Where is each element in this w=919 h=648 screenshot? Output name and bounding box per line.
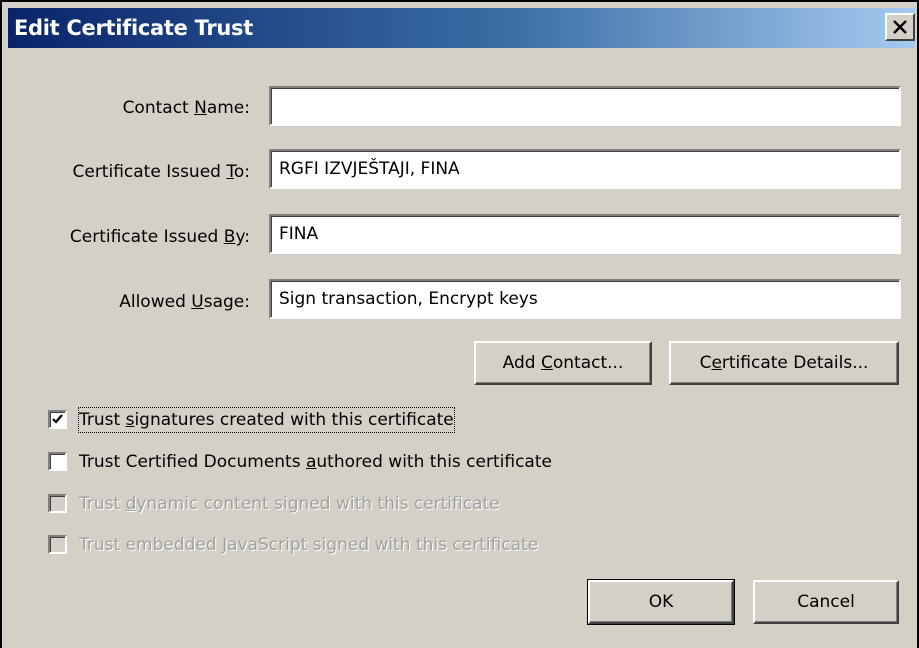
issued-to-label: Certificate Issued To: [72,162,250,182]
edit-certificate-trust-dialog: Edit Certificate Trust Contact Name: Cer… [0,0,919,648]
dialog-title: Edit Certificate Trust [14,16,253,40]
certificate-details-button[interactable]: Certificate Details... [669,341,899,385]
issued-to-field[interactable]: RGFI IZVJEŠTAJI, FINA [269,149,901,189]
issued-by-label: Certificate Issued By: [69,227,250,247]
allowed-usage-field[interactable]: Sign transaction, Encrypt keys [269,279,901,319]
cancel-button[interactable]: Cancel [753,580,899,624]
issued-to-value: RGFI IZVJEŠTAJI, FINA [279,159,460,179]
trust-javascript-label: Trust embedded JavaScript signed with th… [79,535,539,555]
add-contact-button[interactable]: Add Contact... [474,341,652,385]
trust-certified-documents-label: Trust Certified Documents authored with … [79,452,552,472]
checkmark-icon [52,414,63,424]
trust-javascript-checkbox [48,535,67,554]
issued-by-field[interactable]: FINA [269,214,901,254]
trust-dynamic-content-checkbox [48,494,67,513]
contact-name-label: Contact Name: [122,98,250,118]
trust-certified-documents-checkbox[interactable] [48,452,67,471]
ok-button[interactable]: OK [587,579,735,625]
title-bar[interactable]: Edit Certificate Trust [8,8,915,48]
allowed-usage-label: Allowed Usage: [119,292,250,312]
close-button[interactable] [885,13,915,41]
close-icon [893,20,907,34]
allowed-usage-value: Sign transaction, Encrypt keys [279,289,538,309]
issued-by-value: FINA [279,224,319,244]
trust-signatures-label: Trust signatures created with this certi… [78,407,455,433]
trust-dynamic-content-label: Trust dynamic content signed with this c… [79,494,500,514]
trust-signatures-checkbox[interactable] [48,410,67,429]
contact-name-field[interactable] [269,86,901,126]
